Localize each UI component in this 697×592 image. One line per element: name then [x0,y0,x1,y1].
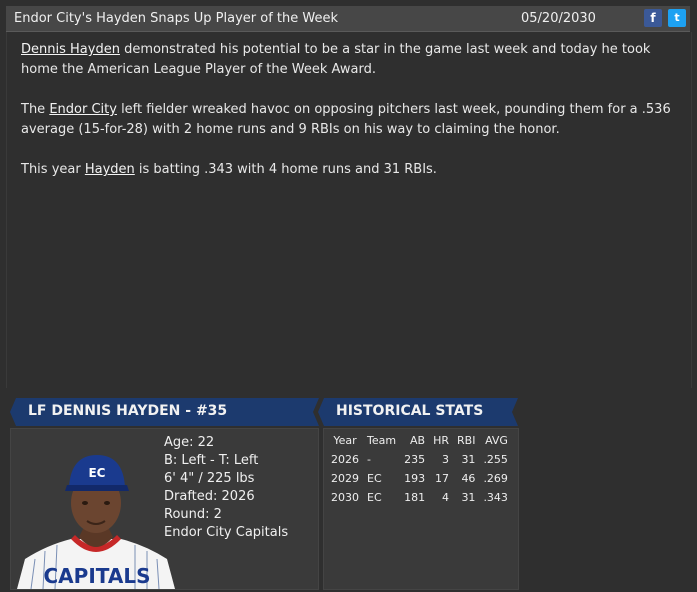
player-photo: EC CAPITALS [17,455,175,589]
col-header: RBI [457,434,476,447]
stats-panel: Year Team AB HR RBI AVG 2026 - 235 3 31 … [323,428,519,590]
stat-cell: 4 [442,491,449,504]
stat-cell: 2030 [331,491,359,504]
stat-cell: 181 [404,491,426,504]
twitter-icon[interactable]: t [668,9,686,27]
stat-cell: .269 [483,472,508,485]
stats-banner: HISTORICAL STATS [318,398,518,426]
article-paragraph: The Endor City left fielder wreaked havo… [21,100,686,140]
player-link[interactable]: Dennis Hayden [21,42,120,57]
stat-cell: 193 [404,472,426,485]
player-link[interactable]: Hayden [85,162,135,177]
player-age: Age: 22 [164,435,215,450]
col-header: AB [410,434,426,447]
player-banner: LF DENNIS HAYDEN - #35 [10,398,319,426]
jersey-text: CAPITALS [44,564,151,588]
col-header: HR [433,434,449,447]
stat-cell: .343 [483,491,508,504]
stat-cell: 17 [435,472,449,485]
player-bats-throws: B: Left - T: Left [164,453,259,468]
stats-table: Year Team AB HR RBI AVG 2026 - 235 3 31 … [327,431,512,507]
player-card: EC CAPITALS Age: 22 B: Left - T: Left 6'… [10,428,319,590]
table-row: 2029 EC 193 17 46 .269 [327,469,512,488]
stat-cell: 31 [461,453,476,466]
table-row: 2030 EC 181 4 31 .343 [327,488,512,507]
team-link[interactable]: Endor City [49,102,117,117]
stats-header-row: Year Team AB HR RBI AVG [327,431,512,450]
article-header: Endor City's Hayden Snaps Up Player of t… [6,6,690,32]
table-row: 2026 - 235 3 31 .255 [327,450,512,469]
stat-cell: 3 [442,453,449,466]
stat-cell: 2029 [331,472,359,485]
stat-cell: EC [367,491,382,504]
player-banner-label: LF DENNIS HAYDEN - #35 [28,403,228,419]
player-team: Endor City Capitals [164,525,289,540]
paragraph-text: This year [21,162,85,177]
article-title: Endor City's Hayden Snaps Up Player of t… [14,11,338,26]
stat-cell: .255 [483,453,508,466]
article-paragraph: This year Hayden is batting .343 with 4 … [21,160,686,180]
stat-cell: 2026 [331,453,359,466]
stat-cell: 235 [404,453,426,466]
col-header: Team [367,434,397,447]
player-height-weight: 6' 4" / 225 lbs [164,471,255,486]
article-paragraph: Dennis Hayden demonstrated his potential… [21,40,686,80]
cap-logo: EC [88,466,105,480]
paragraph-text: The [21,102,50,117]
stat-cell: 46 [461,472,476,485]
facebook-icon[interactable]: f [644,9,662,27]
player-round: Round: 2 [164,507,222,522]
paragraph-text: left fielder wreaked havoc on opposing p… [21,102,671,137]
stat-cell: 31 [461,491,476,504]
stat-cell: EC [367,472,382,485]
stats-banner-label: HISTORICAL STATS [336,403,484,419]
paragraph-text: is batting .343 with 4 home runs and 31 … [134,162,437,177]
stat-cell: - [367,453,371,466]
player-drafted: Drafted: 2026 [164,489,255,504]
col-header: Year [333,434,357,447]
col-header: AVG [485,434,508,447]
article-date: 05/20/2030 [521,11,596,26]
article-body: Dennis Hayden demonstrated his potential… [6,32,692,388]
